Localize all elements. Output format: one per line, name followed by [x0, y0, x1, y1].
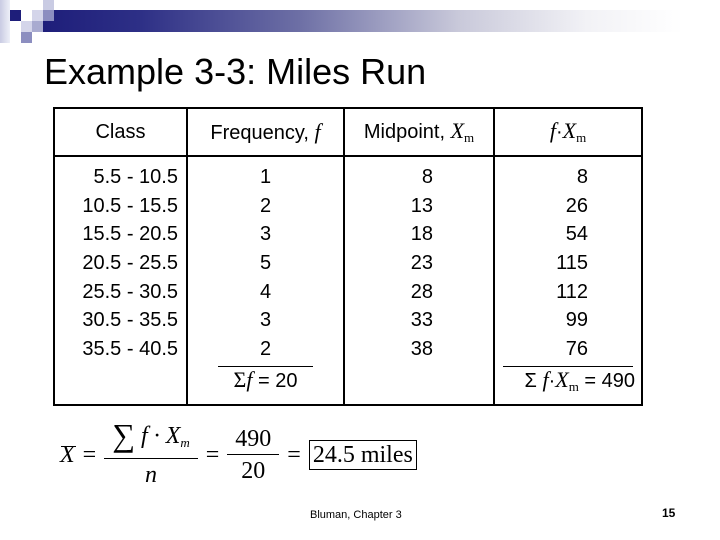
product-value: 54: [565, 223, 588, 246]
sigma-symbol: Σ: [233, 366, 247, 392]
equals-sign: =: [82, 441, 97, 468]
product-sum: Σ f·Xm = 490: [495, 367, 641, 400]
slide-title: Example 3-3: Miles Run: [44, 51, 427, 92]
midpoint-value: 23: [410, 252, 433, 275]
frequency-value: 5: [259, 252, 272, 275]
product-x-symbol: X: [562, 118, 577, 143]
product-value: 8: [576, 166, 588, 188]
product-value: 99: [565, 309, 588, 332]
mean-symbol: X: [60, 441, 76, 468]
product-x-symbol: X: [555, 366, 569, 392]
formula-fraction: ∑ f · Xm n: [104, 416, 198, 491]
header-class: Class: [53, 107, 188, 157]
footer-source: Bluman, Chapter 3: [310, 509, 402, 521]
product-value: 112: [556, 280, 588, 303]
fraction-denominator: n: [104, 457, 198, 491]
product-subscript: m: [568, 378, 579, 394]
header-midpoint-label: Midpoint,: [363, 121, 451, 143]
fraction-numerator: ∑ f · Xm: [108, 416, 194, 458]
header-gradient-bar: [43, 10, 683, 32]
product-value: 76: [565, 338, 588, 361]
midpoint-value: 8: [421, 166, 433, 188]
midpoint-value: 18: [410, 223, 433, 246]
header-decoration-square: [32, 10, 43, 21]
midpoint-column: 8 13 18 23 28 33 38: [343, 155, 495, 406]
class-value: 10.5 - 15.5: [82, 194, 178, 217]
value-numerator: 490: [235, 425, 272, 452]
denominator-term: n: [144, 461, 157, 488]
page-number: 15: [662, 506, 676, 520]
answer-box: 24.5 miles: [308, 440, 417, 470]
class-value: 5.5 - 10.5: [93, 166, 178, 188]
frequency-value: 2: [259, 194, 272, 217]
class-value: 30.5 - 35.5: [82, 309, 178, 332]
header-midpoint: Midpoint, Xm: [343, 107, 495, 157]
midpoint-value: 13: [410, 194, 433, 217]
equals-sign: =: [205, 441, 220, 468]
frequency-symbol: f: [314, 119, 321, 144]
sigma-symbol: ∑: [112, 416, 136, 453]
frequency-value: 4: [259, 280, 272, 303]
frequency-column: 1 2 3 5 4 3 2 Σf = 20: [186, 155, 345, 406]
header-decoration-square: [10, 10, 21, 21]
numerator-subscript: m: [180, 434, 190, 450]
class-value: 15.5 - 20.5: [82, 223, 178, 246]
frequency-value: 3: [259, 223, 272, 246]
frequency-sum: Σf = 20: [188, 367, 343, 394]
class-value: 25.5 - 30.5: [82, 280, 178, 303]
header-decoration-square: [32, 21, 43, 32]
class-column: 5.5 - 10.5 10.5 - 15.5 15.5 - 20.5 20.5 …: [53, 155, 188, 406]
value-fraction: 490 20: [227, 424, 280, 487]
header-frequency-label: Frequency,: [210, 122, 315, 144]
header-decoration-square: [21, 32, 32, 43]
product-sum-value: = 490: [578, 369, 635, 392]
midpoint-subscript: m: [464, 130, 475, 145]
sigma-symbol: Σ: [524, 369, 543, 392]
midpoint-value: 38: [410, 338, 433, 361]
frequency-sum-value: = 20: [252, 369, 298, 392]
frequency-value: 3: [259, 309, 272, 332]
header-decoration-strip: [0, 0, 10, 43]
class-value: 20.5 - 25.5: [82, 252, 178, 275]
value-denominator: 20: [227, 453, 280, 487]
frequency-value: 1: [259, 166, 272, 188]
product-column: 8 26 54 115 112 99 76 Σ f·Xm = 490: [493, 155, 643, 406]
product-subscript: m: [576, 130, 587, 145]
frequency-table: Class Frequency, f Midpoint, Xm f·Xm 5.5…: [53, 107, 643, 406]
product-dot: ·: [555, 121, 563, 143]
midpoint-symbol: X: [450, 118, 465, 143]
header-decoration-square: [21, 21, 32, 32]
header-product: f·Xm: [493, 107, 643, 157]
midpoint-value: 28: [410, 280, 433, 303]
table-body-row: 5.5 - 10.5 10.5 - 15.5 15.5 - 20.5 20.5 …: [53, 155, 643, 406]
mean-formula: X = ∑ f · Xm n = 490 20 = 24.5 miles: [58, 416, 417, 491]
numerator-term: f · X: [135, 422, 181, 449]
frequency-value: 2: [259, 338, 272, 361]
equals-sign: =: [287, 441, 301, 468]
product-value: 26: [565, 194, 588, 217]
table-header-row: Class Frequency, f Midpoint, Xm f·Xm: [53, 107, 643, 157]
midpoint-value: 33: [410, 309, 433, 332]
header-frequency: Frequency, f: [186, 107, 345, 157]
header-class-label: Class: [95, 120, 146, 143]
class-value: 35.5 - 40.5: [82, 338, 178, 361]
header-decoration-square: [43, 10, 54, 21]
product-value: 115: [556, 252, 588, 275]
